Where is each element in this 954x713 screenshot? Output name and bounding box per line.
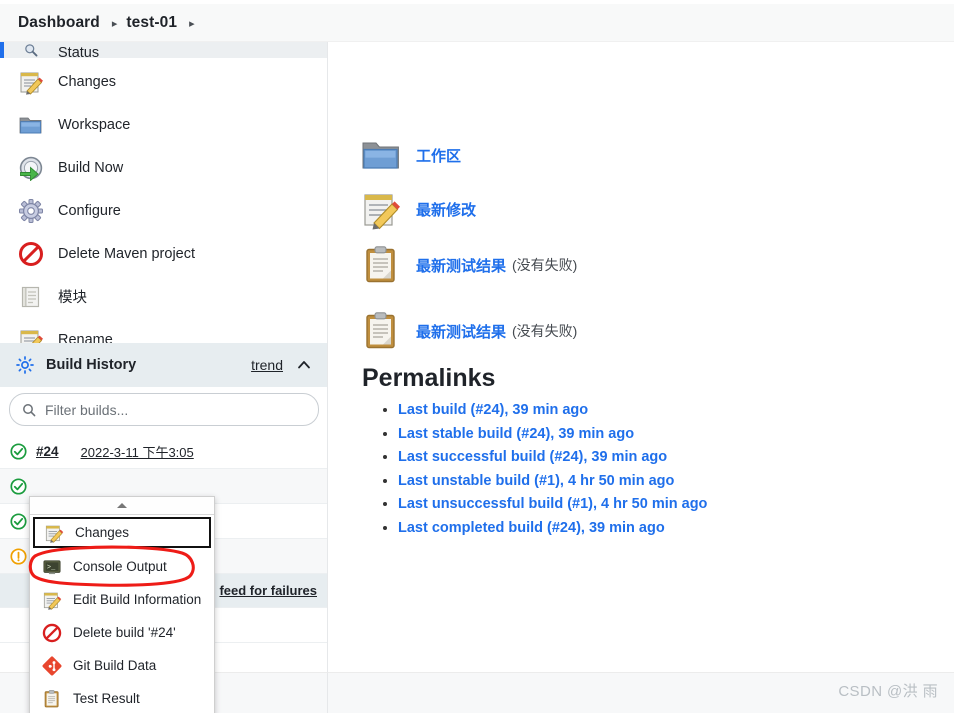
- svg-text:>_: >_: [47, 563, 56, 571]
- breadcrumb-dropdown-icon[interactable]: ▸: [189, 17, 195, 30]
- notepad-pencil-icon: [42, 590, 62, 610]
- list-item: Last build (#24), 39 min ago: [398, 401, 954, 419]
- build-time-link[interactable]: 2022-3-11 下午3:05: [81, 442, 194, 461]
- context-menu-item-label: Edit Build Information: [73, 592, 202, 607]
- list-item[interactable]: 最新测试结果 (没有失败): [360, 244, 954, 286]
- status-success-icon: [10, 442, 27, 460]
- context-menu-item-edit-build-information[interactable]: Edit Build Information: [30, 583, 214, 616]
- build-context-menu: Changes >_ Console Output Edit Build Inf…: [29, 496, 215, 713]
- latest-test-result-link[interactable]: 最新测试结果: [416, 255, 506, 276]
- sidebar-item-configure[interactable]: Configure: [0, 189, 327, 232]
- status-unstable-icon: [10, 547, 27, 565]
- list-item: Last completed build (#24), 39 min ago: [398, 519, 954, 537]
- workspace-link[interactable]: 工作区: [416, 145, 461, 166]
- context-menu-arrow-icon: [30, 497, 214, 515]
- search-icon: [22, 403, 36, 417]
- list-item[interactable]: 工作区: [360, 134, 954, 176]
- notepad-pencil-icon: [44, 523, 64, 543]
- jenkins-job-page: Dashboard ▸ test-01 ▸ Status Changes Wor…: [0, 0, 954, 713]
- list-item[interactable]: 最新修改: [360, 188, 954, 230]
- sidebar-item-label: Configure: [58, 202, 121, 219]
- list-item: Last unstable build (#1), 4 hr 50 min ag…: [398, 472, 954, 490]
- latest-test-result-link[interactable]: 最新测试结果: [416, 321, 506, 342]
- list-item[interactable]: 最新测试结果 (没有失败): [360, 310, 954, 352]
- sidebar-item-status[interactable]: Status: [0, 42, 327, 58]
- breadcrumb-item-test-01[interactable]: test-01: [126, 14, 177, 32]
- delete-icon: [18, 241, 44, 267]
- sidebar-item-label: Workspace: [58, 116, 131, 133]
- list-item: Last successful build (#24), 39 min ago: [398, 448, 954, 466]
- list-item: Last stable build (#24), 39 min ago: [398, 425, 954, 443]
- folder-icon: [18, 112, 44, 138]
- context-menu-item-label: Git Build Data: [73, 658, 157, 673]
- git-icon: [42, 656, 62, 676]
- sidebar-item-label: 模块: [58, 290, 87, 306]
- clipboard-icon: [42, 689, 62, 709]
- sidebar-item-label: Changes: [58, 73, 117, 90]
- clipboard-icon: [360, 244, 402, 286]
- sidebar-item-build-now[interactable]: Build Now: [0, 146, 327, 189]
- breadcrumb: Dashboard ▸ test-01 ▸: [0, 4, 954, 42]
- watermark: CSDN @洪 雨: [838, 683, 938, 700]
- permalinks-list: Last build (#24), 39 min ago Last stable…: [360, 401, 954, 537]
- build-history-header: Build History trend: [0, 343, 327, 387]
- permalink-last-build[interactable]: Last build (#24), 39 min ago: [398, 402, 588, 418]
- chevron-up-icon[interactable]: [297, 358, 311, 372]
- status-success-icon: [10, 512, 27, 530]
- console-icon: >_: [42, 557, 62, 577]
- delete-icon: [42, 623, 62, 643]
- main-content: 工作区 最新修改 最新测试结果 (没有失败) 最新测试结果 (没有失败) Per…: [328, 42, 954, 672]
- permalink-last-stable-build[interactable]: Last stable build (#24), 39 min ago: [398, 426, 634, 442]
- clipboard-icon: [360, 310, 402, 352]
- permalink-last-unstable-build[interactable]: Last unstable build (#1), 4 hr 50 min ag…: [398, 473, 674, 489]
- context-menu-item-changes[interactable]: Changes: [33, 517, 211, 548]
- sidebar-item-modules[interactable]: 模块: [0, 275, 327, 318]
- build-history-trend-link[interactable]: trend: [251, 357, 283, 373]
- latest-changes-link[interactable]: 最新修改: [416, 199, 476, 220]
- sidebar-item-label: Build Now: [58, 159, 124, 176]
- sidebar-item-workspace[interactable]: Workspace: [0, 103, 327, 146]
- sidebar-item-changes[interactable]: Changes: [0, 60, 327, 103]
- gear-icon: [18, 198, 44, 224]
- build-number-link[interactable]: #24: [36, 444, 59, 459]
- sidebar-item-label: Status: [58, 45, 100, 58]
- context-menu-item-label: Test Result: [73, 691, 140, 706]
- filter-builds-input[interactable]: Filter builds...: [9, 393, 319, 426]
- folder-icon: [360, 134, 402, 176]
- permalink-last-completed-build[interactable]: Last completed build (#24), 39 min ago: [398, 520, 665, 536]
- context-menu-item-label: Delete build '#24': [73, 625, 176, 640]
- context-menu-item-label: Changes: [75, 525, 130, 540]
- filter-builds-wrapper: Filter builds...: [9, 393, 319, 426]
- breadcrumb-separator-icon: ▸: [111, 18, 118, 30]
- permalink-last-successful-build[interactable]: Last successful build (#24), 39 min ago: [398, 449, 667, 465]
- context-menu-item-test-result[interactable]: Test Result: [30, 682, 214, 713]
- feed-for-failures-link[interactable]: feed for failures: [219, 583, 317, 598]
- latest-test-result-status: (没有失败): [512, 323, 578, 339]
- build-history-icon: [16, 356, 34, 374]
- context-menu-item-console-output[interactable]: >_ Console Output: [30, 550, 214, 583]
- build-now-icon: [18, 155, 44, 181]
- sidebar-item-delete-maven-project[interactable]: Delete Maven project: [0, 232, 327, 275]
- notepad-pencil-icon: [18, 69, 44, 95]
- module-icon: [18, 284, 44, 310]
- notepad-pencil-icon: [360, 188, 402, 230]
- build-history-title: Build History: [46, 357, 137, 373]
- breadcrumb-item-dashboard[interactable]: Dashboard: [18, 14, 100, 32]
- list-item: Last unsuccessful build (#1), 4 hr 50 mi…: [398, 495, 954, 513]
- sidebar-item-label: Delete Maven project: [58, 245, 196, 262]
- table-row[interactable]: #24 2022-3-11 下午3:05: [0, 434, 327, 469]
- context-menu-item-label: Console Output: [73, 559, 167, 574]
- page-title: Permalinks: [362, 364, 496, 392]
- latest-test-result-status: (没有失败): [512, 257, 578, 273]
- context-menu-item-git-build-data[interactable]: Git Build Data: [30, 649, 214, 682]
- permalink-last-unsuccessful-build[interactable]: Last unsuccessful build (#1), 4 hr 50 mi…: [398, 496, 707, 512]
- magnifier-icon: [18, 42, 44, 58]
- filter-builds-placeholder: Filter builds...: [45, 401, 129, 418]
- status-success-icon: [10, 477, 27, 495]
- context-menu-item-delete-build[interactable]: Delete build '#24': [30, 616, 214, 649]
